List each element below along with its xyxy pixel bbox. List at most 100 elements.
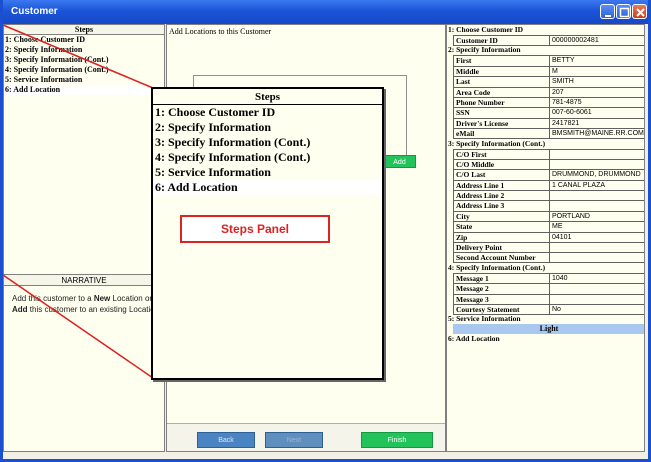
narrative-bold-new: New — [93, 294, 111, 303]
summary-label: Address Line 1 — [453, 179, 549, 191]
summary-section-title: 3: Specify Information (Cont.) — [448, 138, 546, 148]
summary-label: Phone Number — [453, 96, 549, 108]
minimize-button[interactable] — [600, 4, 615, 19]
summary-row: Delivery Point — [447, 242, 644, 253]
narrative-text-part: Location or — [110, 294, 153, 303]
steps-header: Steps — [4, 25, 164, 35]
summary-row: Zip 04101 — [447, 231, 644, 243]
summary-row: Area Code 207 — [447, 86, 644, 97]
summary-value — [549, 190, 644, 201]
narrative-bold-add: Add — [12, 305, 28, 314]
summary-row: C/O Middle — [447, 158, 644, 170]
service-light-row: Light — [453, 324, 644, 335]
summary-value: 781-4875 — [549, 96, 644, 108]
step-item-1[interactable]: 1: Choose Customer ID — [4, 35, 164, 45]
zoom-step-5: 5: Service Information — [155, 165, 271, 179]
summary-value: M — [549, 65, 644, 77]
summary-row: Phone Number 781-4875 — [447, 96, 644, 108]
summary-section-title: 6: Add Location — [448, 334, 500, 344]
summary-section-title: 4: Specify Information (Cont.) — [448, 262, 546, 272]
summary-label: eMail — [453, 128, 549, 140]
summary-value: PORTLAND — [549, 210, 644, 222]
summary-value: BETTY — [549, 55, 644, 66]
zoom-step-4: 4: Specify Information (Cont.) — [155, 150, 311, 164]
summary-label: Area Code — [453, 86, 549, 97]
summary-value: 1 CANAL PLAZA — [549, 179, 644, 191]
summary-value: 007-60-6061 — [549, 107, 644, 118]
summary-section-title: 1: Choose Customer ID — [448, 25, 524, 34]
summary-value: ME — [549, 221, 644, 232]
summary-row: C/O First — [447, 148, 644, 159]
summary-row: Message 1 1040 — [447, 272, 644, 284]
zoom-step-3: 3: Specify Information (Cont.) — [155, 135, 311, 149]
summary-row: Message 3 — [447, 293, 644, 304]
step-item-5[interactable]: 5: Service Information — [4, 75, 164, 85]
close-icon — [636, 8, 645, 17]
summary-label: State — [453, 221, 549, 232]
summary-value: SMITH — [549, 76, 644, 87]
wizard-footer: Back Next Finish — [167, 423, 445, 451]
close-button[interactable] — [632, 4, 647, 19]
summary-label: Delivery Point — [453, 242, 549, 253]
add-location-button[interactable]: Add — [383, 155, 416, 168]
step-item-6[interactable]: 6: Add Location — [4, 85, 164, 95]
summary-label: Driver's License — [453, 117, 549, 129]
title-bar[interactable]: Customer — [3, 0, 648, 24]
next-button[interactable]: Next — [265, 432, 323, 448]
summary-label: Middle — [453, 65, 549, 77]
summary-label: C/O Last — [453, 169, 549, 180]
zoom-step-6: 6: Add Location — [153, 180, 382, 195]
window-title: Customer — [11, 6, 58, 17]
steps-panel-zoom: Steps 1: Choose Customer ID 2: Specify I… — [151, 87, 384, 380]
summary-label: C/O First — [453, 148, 549, 159]
steps-panel-label: Steps Panel — [180, 215, 330, 243]
summary-row: eMail BMSMITH@MAINE.RR.COM — [447, 128, 644, 140]
summary-value — [549, 242, 644, 253]
summary-row: Customer ID 000000002481 — [447, 35, 644, 46]
summary-label: Message 3 — [453, 293, 549, 304]
summary-value: DRUMMOND, DRUMMOND — [549, 169, 644, 180]
back-button[interactable]: Back — [197, 432, 255, 448]
summary-value: 2417821 — [549, 117, 644, 129]
summary-value — [549, 148, 644, 159]
summary-row: Driver's License 2417821 — [447, 117, 644, 129]
minimize-icon — [605, 15, 611, 17]
summary-label: Courtesy Statement — [453, 303, 549, 315]
summary-label: Message 1 — [453, 272, 549, 284]
summary-value — [549, 283, 644, 294]
summary-label: C/O Middle — [453, 158, 549, 170]
left-panel: Steps 1: Choose Customer ID 2: Specify I… — [3, 24, 165, 452]
summary-row: Courtesy Statement No — [447, 303, 644, 315]
summary-label: Address Line 3 — [453, 200, 549, 211]
summary-value: 000000002481 — [549, 35, 644, 46]
summary-row: SSN 007-60-6061 — [447, 107, 644, 118]
summary-value — [549, 200, 644, 211]
summary-section-title: 2: Specify Information — [448, 45, 521, 55]
maximize-button[interactable] — [616, 4, 631, 19]
summary-row: Address Line 2 — [447, 190, 644, 201]
summary-label: Zip — [453, 231, 549, 243]
step-item-3[interactable]: 3: Specify Information (Cont.) — [4, 55, 164, 65]
finish-button[interactable]: Finish — [361, 432, 433, 448]
narrative-text-part: this customer to an existing Location — [27, 305, 160, 314]
summary-value — [549, 252, 644, 264]
narrative-text-part: Add this customer to a — [12, 294, 94, 303]
summary-row: City PORTLAND — [447, 210, 644, 222]
summary-section-title: 5: Service Information — [448, 314, 521, 324]
narrative-text: Add this customer to a New Location or A… — [12, 293, 160, 315]
step-item-4[interactable]: 4: Specify Information (Cont.) — [4, 65, 164, 75]
summary-value — [549, 158, 644, 170]
step-item-2[interactable]: 2: Specify Information — [4, 45, 164, 55]
summary-row: State ME — [447, 221, 644, 232]
summary-row: Middle M — [447, 65, 644, 77]
main-title: Add Locations to this Customer — [169, 27, 272, 36]
summary-value: 04101 — [549, 231, 644, 243]
zoom-steps-header: Steps — [153, 89, 382, 105]
zoom-step-2: 2: Specify Information — [155, 120, 271, 134]
summary-row: Last SMITH — [447, 76, 644, 87]
summary-value: 1040 — [549, 272, 644, 284]
summary-row: Address Line 3 — [447, 200, 644, 211]
summary-row: First BETTY — [447, 55, 644, 66]
summary-label: Customer ID — [453, 35, 549, 46]
summary-value: 207 — [549, 86, 644, 97]
